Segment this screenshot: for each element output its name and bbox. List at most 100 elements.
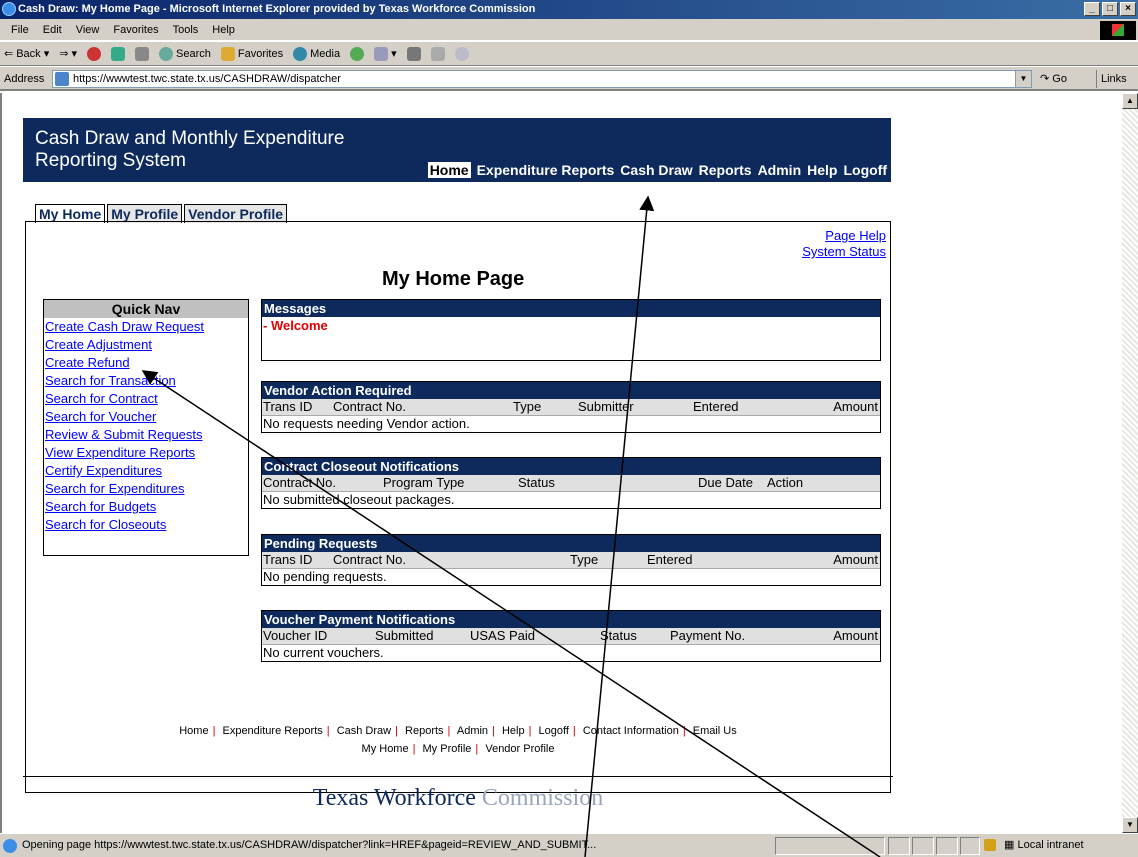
chevron-down-icon: ▾: [43, 47, 50, 60]
print-icon: [406, 46, 421, 61]
status-segment: [912, 837, 934, 855]
favorites-button[interactable]: Favorites: [220, 42, 283, 66]
quick-nav-create-cash-draw[interactable]: Create Cash Draw Request: [44, 318, 248, 336]
column-header: Entered: [693, 399, 739, 414]
nav-help[interactable]: Help: [807, 162, 837, 178]
stop-button[interactable]: [87, 46, 102, 61]
search-button[interactable]: Search: [159, 42, 211, 66]
pending-columns: Trans ID Contract No. Type Entered Amoun…: [262, 552, 880, 569]
menu-favorites[interactable]: Favorites: [106, 19, 165, 40]
links-button[interactable]: Links: [1096, 70, 1127, 88]
footer-expenditure-reports[interactable]: Expenditure Reports: [222, 725, 322, 737]
brand-light: Commission: [481, 785, 604, 811]
column-header: Trans ID: [263, 399, 313, 414]
footer-help[interactable]: Help: [502, 725, 525, 737]
page-help-link[interactable]: Page Help: [802, 228, 886, 244]
quick-nav-create-refund[interactable]: Create Refund: [44, 354, 248, 372]
mail-button[interactable]: ▾: [374, 42, 397, 66]
quick-nav-search-contract[interactable]: Search for Contract: [44, 390, 248, 408]
home-icon: [135, 46, 150, 61]
quick-nav-view-expenditure-reports[interactable]: View Expenditure Reports: [44, 444, 248, 462]
maximize-button[interactable]: □: [1102, 2, 1118, 16]
back-label: Back: [16, 47, 41, 60]
column-header: Amount: [833, 399, 878, 414]
footer-links-secondary: My Home | My Profile | Vendor Profile: [361, 743, 555, 755]
home-button[interactable]: [135, 46, 150, 61]
media-button[interactable]: Media: [293, 42, 340, 66]
footer-my-profile[interactable]: My Profile: [423, 743, 472, 755]
menu-view[interactable]: View: [69, 19, 107, 40]
stop-icon: [87, 46, 102, 61]
scroll-up-icon[interactable]: ▲: [1122, 93, 1138, 109]
window-controls: _ □ ×: [1084, 2, 1136, 16]
status-segment: [936, 837, 958, 855]
quick-nav-create-adjustment[interactable]: Create Adjustment: [44, 336, 248, 354]
discuss-icon: [454, 46, 469, 61]
nav-home[interactable]: Home: [427, 162, 471, 178]
discuss-button[interactable]: [454, 46, 469, 61]
address-dropdown-icon[interactable]: ▼: [1015, 71, 1031, 87]
nav-cash-draw[interactable]: Cash Draw: [620, 162, 692, 178]
forward-button[interactable]: ⇒ ▾: [59, 42, 77, 66]
quick-nav-search-voucher[interactable]: Search for Voucher: [44, 408, 248, 426]
menu-file[interactable]: File: [4, 19, 36, 40]
go-button[interactable]: ↷ Go: [1040, 70, 1067, 88]
favorites-icon: [220, 46, 235, 61]
menu-edit[interactable]: Edit: [36, 19, 69, 40]
zone-text: Local intranet: [1017, 839, 1084, 851]
column-header: Payment No.: [670, 628, 746, 643]
voucher-columns: Voucher ID Submitted USAS Paid Status Pa…: [262, 628, 880, 645]
quick-nav-review-submit[interactable]: Review & Submit Requests: [44, 426, 248, 444]
column-header: Due Date: [698, 475, 753, 490]
address-bar: Address https://wwwtest.twc.state.tx.us/…: [0, 67, 1138, 91]
voucher-title: Voucher Payment Notifications: [262, 611, 880, 628]
status-text: Opening page https://wwwtest.twc.state.t…: [22, 839, 597, 851]
footer-cash-draw[interactable]: Cash Draw: [337, 725, 391, 737]
footer-admin[interactable]: Admin: [457, 725, 488, 737]
column-header: Submitted: [375, 628, 434, 643]
nav-logoff[interactable]: Logoff: [843, 162, 887, 178]
media-label: Media: [310, 47, 341, 60]
edit-icon: [430, 46, 445, 61]
footer-vendor-profile[interactable]: Vendor Profile: [485, 743, 554, 755]
footer-logoff[interactable]: Logoff: [539, 725, 569, 737]
print-button[interactable]: [406, 46, 421, 61]
footer-home[interactable]: Home: [179, 725, 208, 737]
nav-admin[interactable]: Admin: [758, 162, 802, 178]
footer-reports[interactable]: Reports: [405, 725, 444, 737]
nav-expenditure-reports[interactable]: Expenditure Reports: [477, 162, 615, 178]
lock-icon: [984, 839, 996, 851]
address-input[interactable]: https://wwwtest.twc.state.tx.us/CASHDRAW…: [52, 70, 1032, 88]
column-header: Type: [570, 552, 599, 567]
vendor-action-columns: Trans ID Contract No. Type Submitter Ent…: [262, 399, 880, 416]
column-header: Type: [513, 399, 542, 414]
quick-nav-certify-expenditures[interactable]: Certify Expenditures: [44, 462, 248, 480]
nav-reports[interactable]: Reports: [699, 162, 752, 178]
minimize-button[interactable]: _: [1084, 2, 1100, 16]
quick-nav-search-budgets[interactable]: Search for Budgets: [44, 498, 248, 516]
quick-nav-search-transaction[interactable]: Search for Transaction: [44, 372, 248, 390]
vertical-scrollbar[interactable]: ▲ ▼: [1122, 93, 1138, 833]
column-header: Entered: [647, 552, 693, 567]
footer-my-home[interactable]: My Home: [362, 743, 409, 755]
quick-nav-search-closeouts[interactable]: Search for Closeouts: [44, 516, 248, 534]
column-header: Amount: [833, 552, 878, 567]
back-button[interactable]: ⇐ Back ▾: [4, 42, 49, 66]
closeout-title: Contract Closeout Notifications: [262, 458, 880, 475]
quick-nav-search-expenditures[interactable]: Search for Expenditures: [44, 480, 248, 498]
close-button[interactable]: ×: [1120, 2, 1136, 16]
history-button[interactable]: [350, 46, 365, 61]
scroll-down-icon[interactable]: ▼: [1122, 817, 1138, 833]
pending-title: Pending Requests: [262, 535, 880, 552]
footer-contact-information[interactable]: Contact Information: [583, 725, 679, 737]
voucher-empty: No current vouchers.: [263, 645, 384, 660]
menu-tools[interactable]: Tools: [166, 19, 206, 40]
system-status-link[interactable]: System Status: [802, 244, 886, 260]
column-header: Contract No.: [333, 399, 406, 414]
edit-button[interactable]: [430, 46, 445, 61]
menu-help[interactable]: Help: [205, 19, 242, 40]
ie-status-icon: [3, 839, 17, 853]
refresh-button[interactable]: [111, 46, 126, 61]
footer-email-us[interactable]: Email Us: [693, 725, 737, 737]
menu-bar: File Edit View Favorites Tools Help: [0, 19, 1138, 41]
